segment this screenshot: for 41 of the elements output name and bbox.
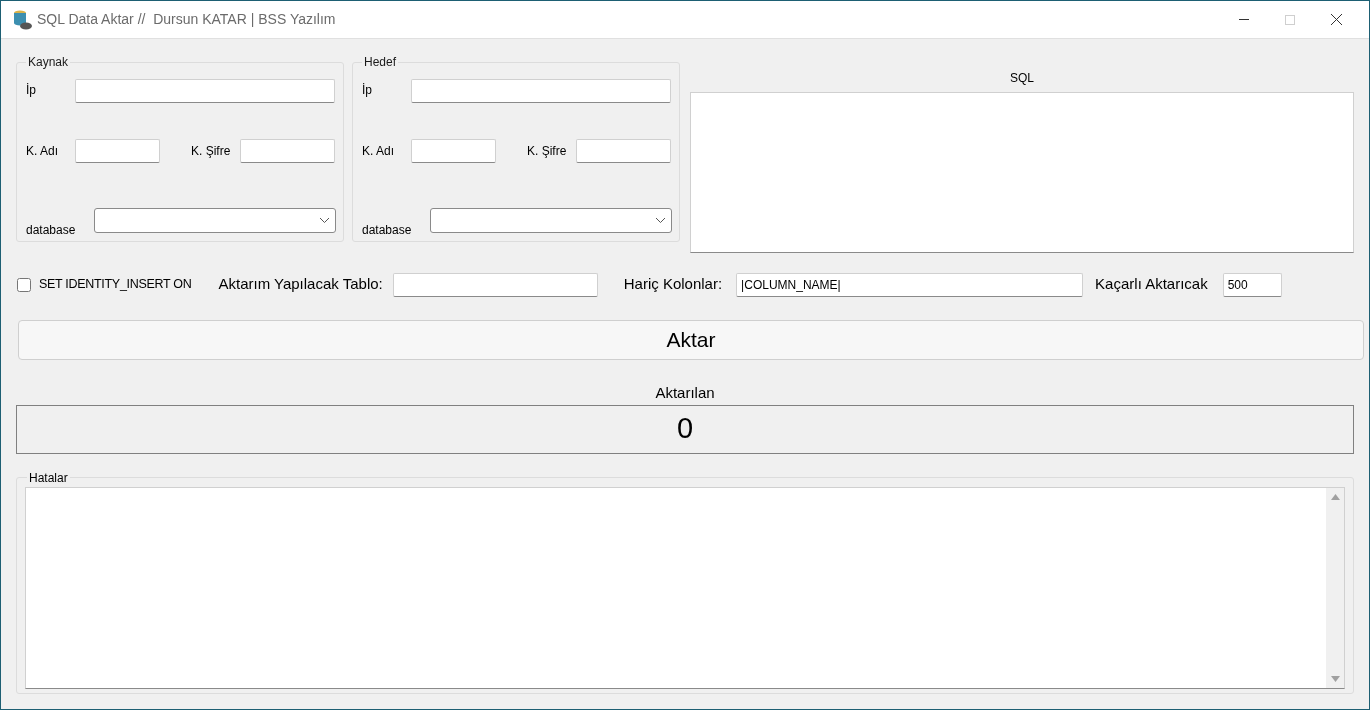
field-label: K. Adı: [362, 143, 396, 160]
field-label: K. Şifre: [527, 143, 568, 160]
ip-field[interactable]: [411, 79, 671, 103]
field-label: K. Adı: [26, 143, 60, 160]
chevron-down-icon: [655, 217, 666, 224]
group-legend: Hatalar: [27, 468, 70, 487]
password-field[interactable]: [576, 139, 671, 163]
sql-label: SQL: [1010, 70, 1034, 87]
username-field[interactable]: [411, 139, 496, 163]
close-icon: [1330, 14, 1342, 25]
identity-insert-checkbox[interactable]: [17, 277, 31, 292]
transfer-button[interactable]: Aktar: [18, 320, 1364, 360]
field-label: İp: [362, 82, 373, 99]
table-label: Aktarım Yapılacak Tablo:: [218, 274, 383, 295]
scroll-up-icon: [1330, 493, 1340, 500]
password-field[interactable]: [240, 139, 335, 163]
scrollbar[interactable]: [1326, 487, 1344, 688]
minimize-icon: [1239, 19, 1249, 20]
database-dropdown[interactable]: [430, 208, 672, 233]
transferred-label: Aktarılan: [655, 383, 715, 403]
excluded-columns-label: Hariç Kolonlar:: [623, 274, 723, 295]
group-legend: Hedef: [362, 53, 399, 71]
field-label: database: [26, 222, 77, 239]
table-field[interactable]: [392, 272, 598, 297]
batch-size-field[interactable]: 500: [1222, 272, 1282, 297]
database-dropdown[interactable]: [94, 208, 336, 233]
field-label: K. Şifre: [191, 143, 232, 160]
excluded-columns-field[interactable]: |COLUMN_NAME|: [736, 272, 1084, 297]
field-label: database: [362, 222, 413, 239]
group-legend: Kaynak: [26, 53, 71, 71]
username-field[interactable]: [75, 139, 160, 163]
scroll-down-icon: [1330, 675, 1340, 682]
checkbox-label: SET IDENTITY_INSERT ON: [39, 276, 192, 294]
chevron-down-icon: [319, 217, 330, 224]
database-icon: [11, 8, 33, 31]
maximize-icon: [1285, 14, 1295, 25]
ip-field[interactable]: [75, 79, 335, 103]
batch-size-label: Kaçarlı Aktarıcak: [1095, 274, 1208, 295]
transferred-count: 0: [676, 411, 694, 447]
field-label: İp: [26, 82, 37, 99]
window-title: SQL Data Aktar // Dursun KATAR | BSS Yazılım: [37, 10, 336, 29]
